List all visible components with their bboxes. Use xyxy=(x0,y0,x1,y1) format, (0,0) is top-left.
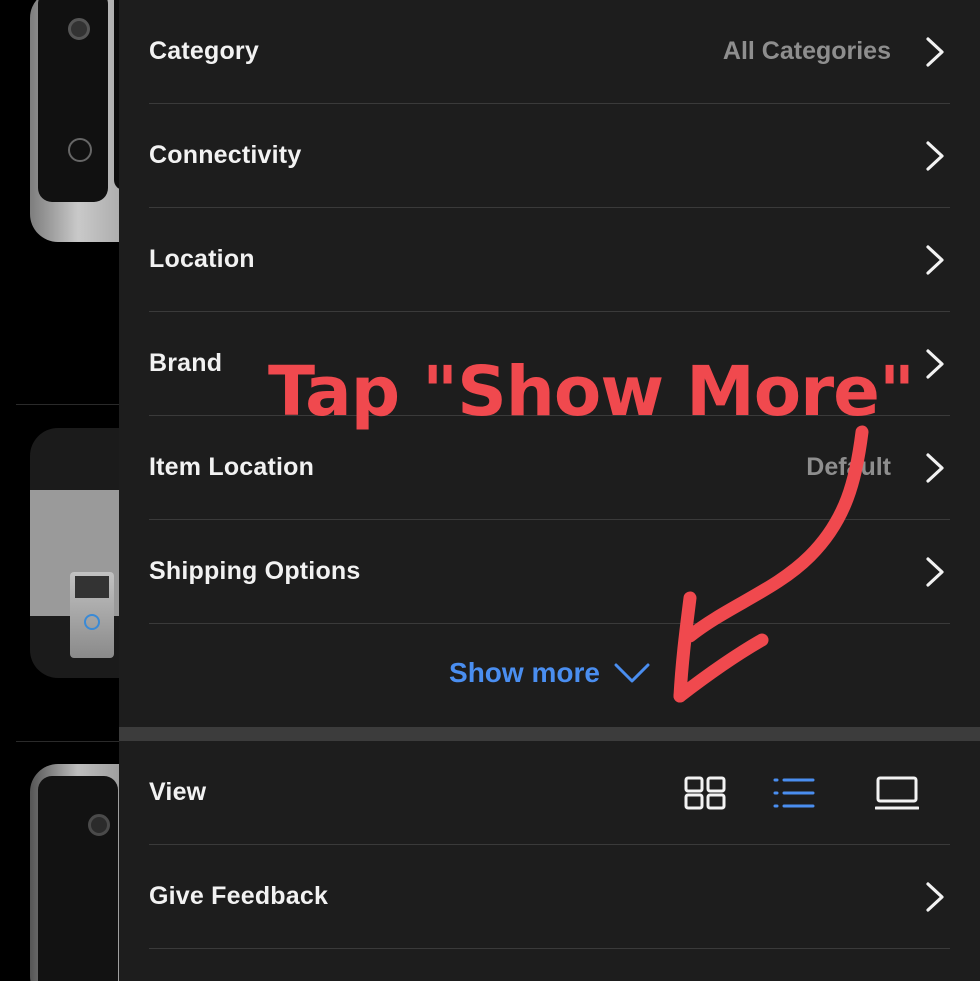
next-row-partial xyxy=(149,949,950,981)
camera-lens xyxy=(75,576,109,598)
show-more-label: Show more xyxy=(449,657,600,688)
filter-label: Item Location xyxy=(149,453,315,481)
filter-label: Brand xyxy=(149,349,223,377)
listing-divider xyxy=(16,741,119,742)
show-more-button[interactable]: Show more xyxy=(119,640,980,706)
camera-lens xyxy=(88,814,110,836)
chevron-right-icon xyxy=(926,140,944,171)
filter-panel: Category All Categories Connectivity Loc… xyxy=(119,0,980,981)
camera-lens xyxy=(68,18,90,40)
filter-row-connectivity[interactable]: Connectivity xyxy=(149,104,950,208)
bell-button-image xyxy=(84,614,100,630)
chevron-right-icon xyxy=(926,556,944,587)
section-separator xyxy=(119,727,980,741)
list-view-icon[interactable] xyxy=(772,775,816,811)
listing-thumbnail[interactable] xyxy=(30,764,119,981)
give-feedback-row[interactable]: Give Feedback xyxy=(149,845,950,949)
filter-row-location[interactable]: Location xyxy=(149,208,950,312)
filter-row-shipping-options[interactable]: Shipping Options xyxy=(149,520,950,624)
chevron-down-icon xyxy=(614,663,650,683)
product-photo xyxy=(30,490,119,658)
doorbell-image xyxy=(38,0,108,202)
filter-row-brand[interactable]: Brand xyxy=(149,312,950,416)
give-feedback-label: Give Feedback xyxy=(149,882,329,910)
chevron-right-icon xyxy=(926,881,944,912)
filter-label: Connectivity xyxy=(149,141,302,169)
chevron-right-icon xyxy=(926,348,944,379)
view-label: View xyxy=(149,778,207,806)
chevron-right-icon xyxy=(926,36,944,67)
filter-row-category[interactable]: Category All Categories xyxy=(149,0,950,104)
bell-button-image xyxy=(68,138,92,162)
listing-thumbnail[interactable] xyxy=(30,0,119,242)
chevron-right-icon xyxy=(926,452,944,483)
filter-label: Shipping Options xyxy=(149,557,361,585)
chevron-right-icon xyxy=(926,244,944,275)
filter-value: Default xyxy=(806,453,891,481)
filter-value: All Categories xyxy=(722,37,891,65)
view-row: View xyxy=(149,741,950,845)
gallery-view-icon[interactable] xyxy=(875,775,919,811)
filter-label: Location xyxy=(149,245,255,273)
doorbell-image xyxy=(70,572,114,658)
filter-row-item-location[interactable]: Item Location Default xyxy=(149,416,950,520)
listing-thumbnail[interactable] xyxy=(30,428,119,678)
background-listing xyxy=(0,0,119,981)
grid-view-icon[interactable] xyxy=(683,775,727,811)
filter-label: Category xyxy=(149,37,259,65)
doorbell-image xyxy=(38,776,118,981)
listing-divider xyxy=(16,404,119,405)
